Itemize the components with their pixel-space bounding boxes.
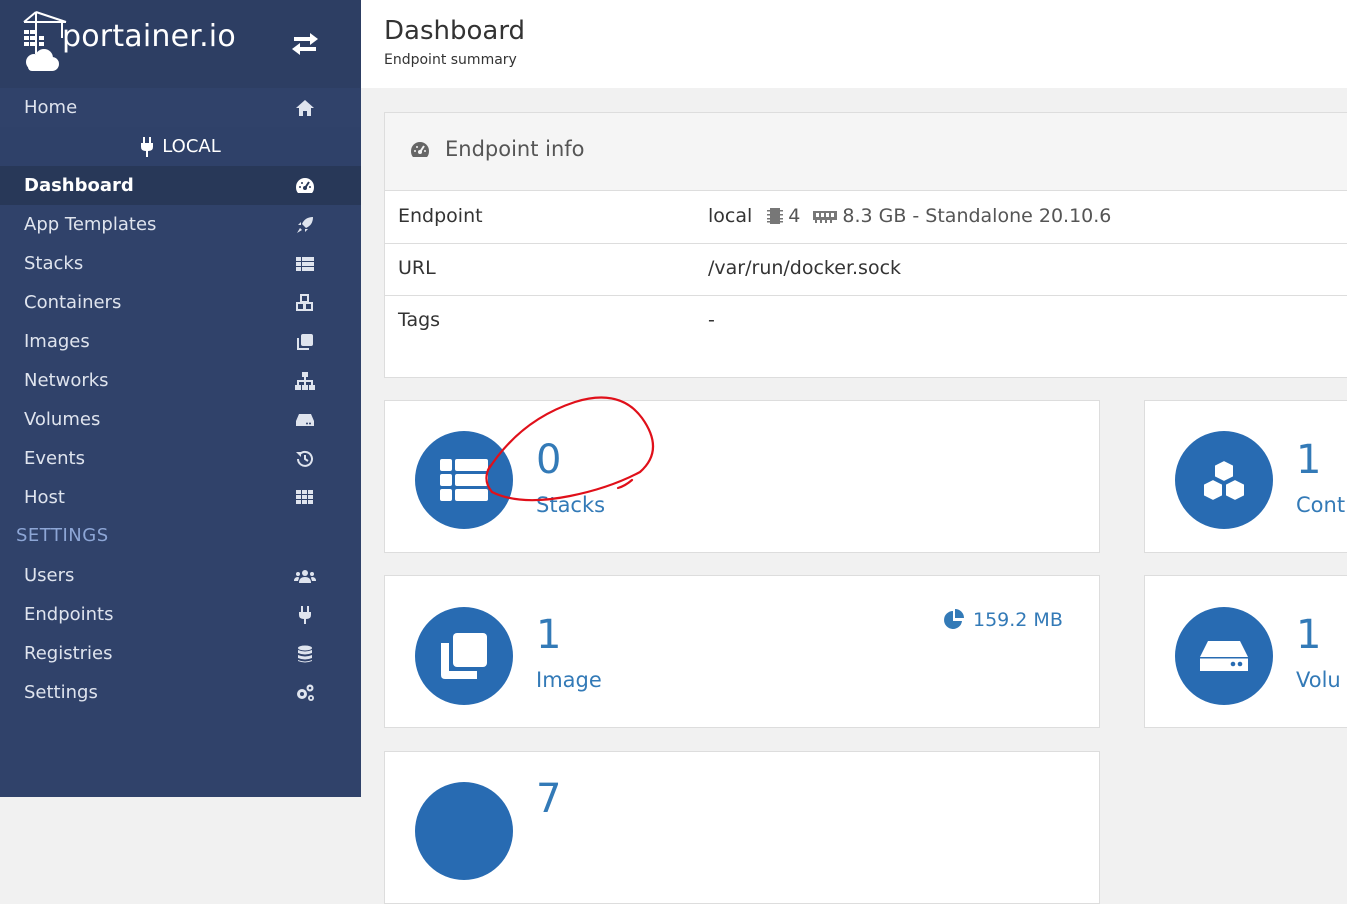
sidebar-item-endpoints[interactable]: Endpoints — [0, 595, 361, 634]
info-value: /var/run/docker.sock — [708, 257, 902, 279]
images-tile[interactable]: 1 Image 159.2 MB — [384, 575, 1100, 728]
info-key: Endpoint — [398, 205, 483, 227]
endpoint-name: LOCAL — [162, 136, 221, 157]
sidebar-item-images[interactable]: Images — [0, 322, 361, 361]
page-title: Dashboard — [384, 16, 526, 46]
th-list-icon — [296, 257, 314, 271]
database-icon — [298, 645, 312, 663]
history-icon — [296, 450, 313, 467]
clone-icon — [297, 334, 313, 350]
stacks-tile[interactable]: 0 Stacks — [384, 400, 1100, 553]
info-value: - — [708, 309, 715, 331]
info-key: URL — [398, 257, 436, 279]
sidebar-item-label: Host — [24, 487, 65, 508]
info-row-tags: Tags - — [385, 295, 1347, 347]
sidebar-item-label: Stacks — [24, 253, 84, 274]
widget-header: Endpoint info — [385, 113, 1347, 191]
sidebar-item-label: Images — [24, 331, 90, 352]
brand-logo-text[interactable]: portainer.io — [62, 19, 236, 54]
images-count: 1 — [536, 612, 562, 658]
memory-size: 8.3 GB — [842, 205, 907, 227]
images-label: Image — [536, 668, 602, 692]
containers-label: Cont — [1296, 493, 1346, 517]
volumes-tile[interactable]: 1 Volu — [1144, 575, 1347, 728]
info-row-endpoint: Endpoint local 4 8.3 GB - Standalone 20.… — [385, 191, 1347, 244]
sidebar-item-label: Endpoints — [24, 604, 114, 625]
hdd-icon — [296, 414, 314, 426]
images-size-value: 159.2 MB — [973, 609, 1063, 631]
volumes-tile-circle — [1175, 607, 1273, 705]
plug-icon — [299, 606, 311, 624]
sidebar-item-label: Events — [24, 448, 85, 469]
images-tile-circle — [415, 607, 513, 705]
networks-count: 7 — [536, 776, 562, 822]
containers-tile[interactable]: 1 Cont — [1144, 400, 1347, 553]
stacks-count: 0 — [536, 437, 562, 483]
sidebar-item-events[interactable]: Events — [0, 439, 361, 478]
containers-count: 1 — [1296, 437, 1322, 483]
sidebar-item-containers[interactable]: Containers — [0, 283, 361, 322]
clone-icon — [441, 633, 487, 679]
cubes-icon — [296, 294, 313, 311]
sidebar-item-networks[interactable]: Networks — [0, 361, 361, 400]
sidebar-item-settings[interactable]: Settings — [0, 673, 361, 712]
sidebar-item-home[interactable]: Home — [0, 88, 361, 127]
sidebar-item-dashboard[interactable]: Dashboard — [0, 166, 361, 205]
sidebar-item-registries[interactable]: Registries — [0, 634, 361, 673]
sidebar-item-label: App Templates — [24, 214, 157, 235]
pie-chart-icon — [944, 609, 964, 629]
toggle-sidebar-icon[interactable] — [290, 32, 320, 56]
info-row-url: URL /var/run/docker.sock — [385, 243, 1347, 296]
sidebar-item-label: Settings — [24, 682, 98, 703]
microchip-icon — [767, 208, 784, 224]
th-icon — [296, 490, 313, 504]
sidebar-item-label: Home — [24, 97, 78, 118]
endpoint-header: LOCAL — [0, 127, 361, 166]
page-subtitle: Endpoint summary — [384, 52, 517, 68]
volumes-count: 1 — [1296, 612, 1322, 658]
plug-icon — [141, 136, 154, 157]
cubes-icon — [1202, 459, 1246, 501]
endpoint-name-value: local — [708, 205, 753, 227]
cpu-count: 4 — [788, 205, 801, 227]
info-value: local 4 8.3 GB - Standalone 20.10.6 — [708, 205, 1111, 227]
brand-bar: portainer.io — [0, 0, 361, 88]
sidebar-item-volumes[interactable]: Volumes — [0, 400, 361, 439]
sidebar-item-host[interactable]: Host — [0, 478, 361, 517]
page-header: Dashboard Endpoint summary — [361, 0, 1347, 88]
tachometer-icon — [296, 178, 314, 193]
th-list-icon — [440, 459, 488, 501]
endpoint-details: - Standalone 20.10.6 — [912, 205, 1112, 227]
info-key: Tags — [398, 309, 441, 331]
stacks-label: Stacks — [536, 493, 606, 517]
sidebar: portainer.io Home LOCAL Dashboard App Te… — [0, 0, 361, 797]
users-icon — [294, 570, 316, 583]
cogs-icon — [297, 684, 314, 701]
sidebar-item-label: Dashboard — [24, 175, 134, 196]
widget-title: Endpoint info — [445, 137, 585, 161]
stacks-tile-circle — [415, 431, 513, 529]
sitemap-icon — [295, 372, 315, 390]
containers-tile-circle — [1175, 431, 1273, 529]
sidebar-item-label: Networks — [24, 370, 109, 391]
sidebar-item-label: Containers — [24, 292, 122, 313]
sidebar-item-label: Registries — [24, 643, 113, 664]
home-icon — [296, 100, 314, 116]
sidebar-item-users[interactable]: Users — [0, 556, 361, 595]
endpoint-info-widget: Endpoint info Endpoint local 4 8.3 GB - … — [384, 112, 1347, 378]
memory-icon — [813, 211, 838, 223]
networks-tile[interactable]: 7 — [384, 751, 1100, 904]
sidebar-item-label: Volumes — [24, 409, 101, 430]
sidebar-item-stacks[interactable]: Stacks — [0, 244, 361, 283]
settings-section-header: SETTINGS — [16, 525, 109, 546]
images-size: 159.2 MB — [943, 609, 1063, 631]
rocket-icon — [297, 217, 313, 233]
volumes-label: Volu — [1296, 668, 1341, 692]
sidebar-item-app-templates[interactable]: App Templates — [0, 205, 361, 244]
tachometer-icon — [411, 142, 429, 157]
hdd-icon — [1200, 641, 1248, 671]
sidebar-item-label: Users — [24, 565, 75, 586]
